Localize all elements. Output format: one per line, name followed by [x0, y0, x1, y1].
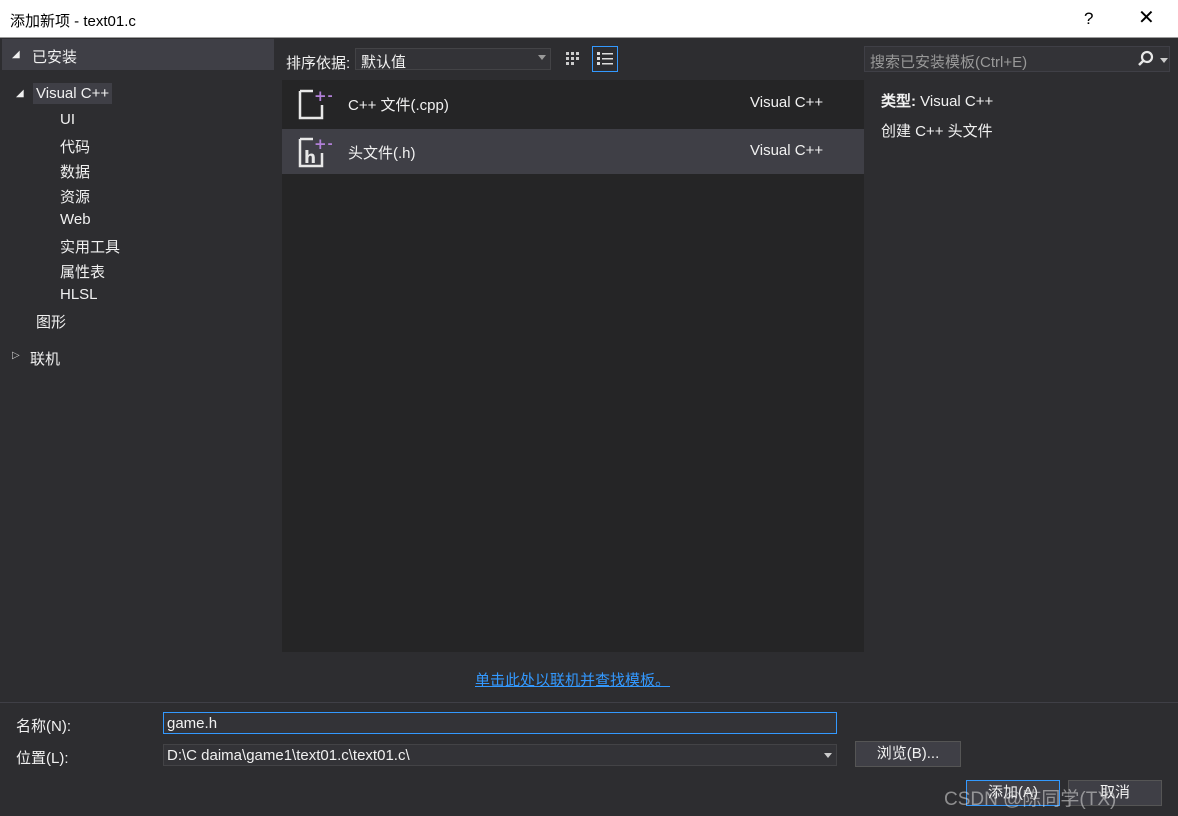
expand-triangle-icon: ◢ [16, 88, 24, 99]
tree-item-online[interactable]: 联机 [30, 348, 60, 369]
collapse-triangle-icon: ◢ [12, 49, 20, 60]
svg-text:++: ++ [314, 87, 332, 105]
window-title: 添加新项 - text01.c [10, 13, 136, 30]
template-language: Visual C++ [750, 142, 824, 159]
template-list: ++ C++ 文件(.cpp) Visual C++ h ++ 头文件(.h) … [282, 80, 864, 652]
tree-item-ui[interactable]: UI [60, 111, 75, 128]
template-name: 头文件(.h) [348, 145, 416, 162]
search-placeholder: 搜索已安装模板(Ctrl+E) [870, 54, 1028, 71]
grid-view-button[interactable] [560, 46, 586, 72]
title-bar: 添加新项 - text01.c ? ✕ [0, 0, 1178, 38]
sort-value: 默认值 [361, 54, 407, 71]
list-view-icon [597, 52, 613, 65]
sort-dropdown[interactable]: 默认值 [355, 48, 551, 71]
type-value: Visual C++ [920, 93, 994, 110]
location-dropdown[interactable]: D:\C daima\game1\text01.c\text01.c\ [163, 744, 837, 766]
chevron-down-icon [824, 753, 832, 758]
tree-item-data[interactable]: 数据 [60, 161, 90, 182]
template-cpp-file[interactable]: ++ C++ 文件(.cpp) Visual C++ [282, 81, 864, 126]
tree-item-utilities[interactable]: 实用工具 [60, 236, 120, 257]
name-label: 名称(N): [16, 718, 71, 735]
help-button[interactable]: ? [1084, 9, 1093, 29]
installed-label: 已安装 [32, 49, 78, 66]
sort-label: 排序依据: [286, 55, 351, 72]
location-label: 位置(L): [16, 750, 69, 767]
watermark: CSDN @陈同学(TX) [944, 789, 1117, 810]
installed-header[interactable]: ◢ 已安装 [2, 39, 274, 70]
template-type: 类型: Visual C++ [881, 90, 993, 111]
tree-item-graphics[interactable]: 图形 [36, 311, 66, 332]
tree-item-property-sheets[interactable]: 属性表 [60, 261, 105, 282]
type-label: 类型: [881, 93, 916, 110]
template-language: Visual C++ [750, 94, 824, 111]
browse-button[interactable]: 浏览(B)... [855, 741, 961, 767]
tree-item-web[interactable]: Web [60, 211, 91, 228]
chevron-down-icon [538, 55, 546, 60]
close-button[interactable]: ✕ [1138, 6, 1155, 30]
search-box[interactable]: 搜索已安装模板(Ctrl+E) [864, 46, 1170, 72]
tree-item-code[interactable]: 代码 [60, 136, 90, 157]
online-templates-link[interactable]: 单击此处以联机并查找模板。 [475, 669, 670, 690]
grid-view-icon [566, 52, 579, 65]
tree-item-resources[interactable]: 资源 [60, 186, 90, 207]
collapsed-triangle-icon[interactable]: ▷ [12, 350, 20, 361]
list-view-button[interactable] [592, 46, 618, 72]
header-file-icon: h ++ [298, 135, 332, 168]
template-header-file[interactable]: h ++ 头文件(.h) Visual C++ [282, 129, 864, 174]
template-name: C++ 文件(.cpp) [348, 97, 449, 114]
name-input[interactable] [163, 712, 837, 734]
search-options-chevron-icon[interactable] [1160, 58, 1168, 63]
template-description: 创建 C++ 头文件 [881, 123, 993, 140]
location-value: D:\C daima\game1\text01.c\text01.c\ [167, 747, 410, 764]
svg-text:++: ++ [314, 135, 332, 153]
cpp-file-icon: ++ [298, 87, 332, 120]
tree-item-visual-cpp[interactable]: Visual C++ [33, 83, 113, 104]
tree-item-hlsl[interactable]: HLSL [60, 286, 98, 303]
search-icon[interactable] [1137, 50, 1155, 68]
sort-toolbar: 排序依据: 默认值 [276, 39, 864, 80]
